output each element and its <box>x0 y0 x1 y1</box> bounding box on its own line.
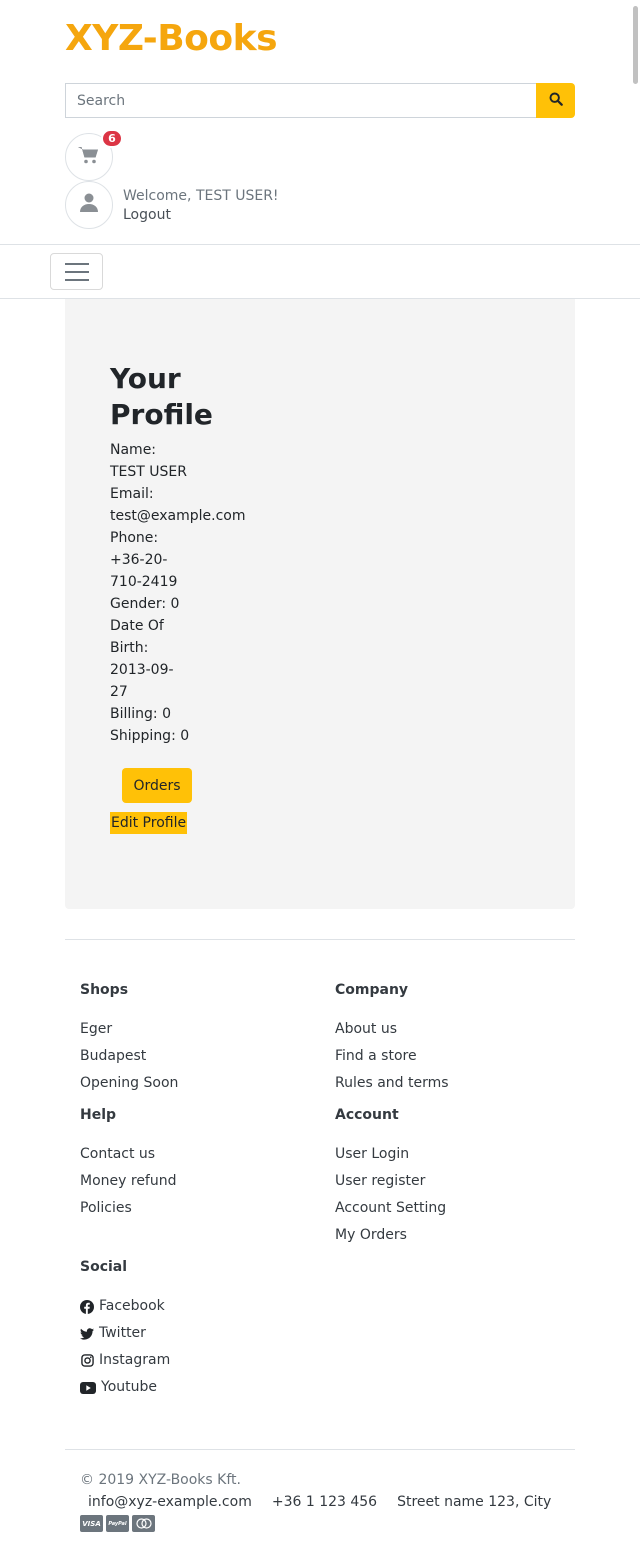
profile-details: Name: TEST USER Email: test@example.com … <box>110 439 246 747</box>
footer-bottom-divider <box>65 1449 575 1450</box>
instagram-icon <box>80 1354 94 1368</box>
contact-address: Street name 123, City <box>397 1494 552 1510</box>
footer-link-eger[interactable]: Eger <box>80 1016 178 1043</box>
hamburger-icon-line <box>64 262 89 265</box>
shipping-row: Shipping: 0 <box>110 725 240 747</box>
search-bar <box>65 83 575 118</box>
gender-label: Gender: <box>110 596 167 612</box>
phone-label: Phone: <box>110 530 159 546</box>
footer-link-instagram[interactable]: Instagram <box>80 1347 170 1374</box>
youtube-label: Youtube <box>101 1379 157 1395</box>
dob-label: Date Of Birth: <box>110 618 164 656</box>
contact-phone[interactable]: +36 1 123 456 <box>272 1494 377 1510</box>
shipping-label: Shipping: <box>110 728 176 744</box>
footer-link-youtube[interactable]: Youtube <box>80 1374 170 1401</box>
user-avatar[interactable] <box>65 181 113 229</box>
footer-link-find-store[interactable]: Find a store <box>335 1043 449 1070</box>
footer-link-twitter[interactable]: Twitter <box>80 1320 170 1347</box>
name-label: Name: <box>110 442 157 458</box>
footer-account-title: Account <box>335 1107 399 1123</box>
footer-company: Company About us Find a store Rules and … <box>335 980 449 1097</box>
twitter-icon <box>80 1327 94 1341</box>
footer-link-rules[interactable]: Rules and terms <box>335 1070 449 1097</box>
footer-link-policies[interactable]: Policies <box>80 1195 177 1222</box>
visa-icon: VISA <box>80 1515 103 1532</box>
profile-title: Your Profile <box>110 362 213 431</box>
footer-link-facebook[interactable]: Facebook <box>80 1293 170 1320</box>
billing-label: Billing: <box>110 706 158 722</box>
shipping-value: 0 <box>180 728 190 744</box>
hamburger-icon-line <box>64 270 89 273</box>
billing-row: Billing: 0 <box>110 703 240 725</box>
footer-link-about[interactable]: About us <box>335 1016 449 1043</box>
edit-profile-link[interactable]: Edit Profile <box>110 812 188 834</box>
youtube-icon <box>80 1381 96 1395</box>
mastercard-icon <box>132 1515 155 1532</box>
footer-social-title: Social <box>80 1259 128 1275</box>
phone-value: +36-20-710-2419 <box>110 552 178 590</box>
navbar <box>0 244 640 299</box>
instagram-label: Instagram <box>99 1352 171 1368</box>
facebook-icon <box>80 1299 94 1314</box>
cart-icon <box>77 145 101 169</box>
footer-divider <box>65 939 575 940</box>
footer-link-opening-soon[interactable]: Opening Soon <box>80 1070 178 1097</box>
dob-value: 2013-09-27 <box>110 662 174 700</box>
menu-toggle-button[interactable] <box>50 253 103 290</box>
footer-shops-title: Shops <box>80 982 129 998</box>
payment-methods: VISA PayPal <box>80 1515 155 1532</box>
search-input[interactable] <box>65 83 536 118</box>
footer-link-user-register[interactable]: User register <box>335 1168 446 1195</box>
orders-button[interactable]: Orders <box>122 768 192 803</box>
footer-account: Account User Login User register Account… <box>335 1105 446 1249</box>
page-scrollbar[interactable] <box>633 6 638 84</box>
twitter-label: Twitter <box>99 1325 146 1341</box>
brand-logo[interactable]: XYZ-Books <box>65 18 278 59</box>
footer-help-title: Help <box>80 1107 117 1123</box>
footer-link-refund[interactable]: Money refund <box>80 1168 177 1195</box>
search-icon <box>549 92 563 109</box>
copyright-text: © 2019 XYZ-Books Kft. <box>80 1472 241 1488</box>
footer-link-user-login[interactable]: User Login <box>335 1141 446 1168</box>
footer-shops: Shops Eger Budapest Opening Soon <box>80 980 178 1097</box>
gender-value: 0 <box>170 596 180 612</box>
name-value: TEST USER <box>110 464 187 480</box>
cart-count-badge: 6 <box>101 129 123 148</box>
email-value: test@example.com <box>110 508 246 524</box>
footer-link-account-setting[interactable]: Account Setting <box>335 1195 446 1222</box>
footer-link-contact[interactable]: Contact us <box>80 1141 177 1168</box>
welcome-text: Welcome, TEST USER! <box>123 188 279 204</box>
logout-link[interactable]: Logout <box>123 206 171 224</box>
footer-company-title: Company <box>335 982 409 998</box>
contact-email[interactable]: info@xyz-example.com <box>88 1494 252 1510</box>
search-button[interactable] <box>536 83 575 118</box>
email-label: Email: <box>110 486 154 502</box>
hamburger-icon-line <box>64 278 89 281</box>
user-icon <box>80 193 98 217</box>
footer-help: Help Contact us Money refund Policies <box>80 1105 177 1222</box>
profile-card: Your Profile Name: TEST USER Email: test… <box>65 299 575 909</box>
footer-link-my-orders[interactable]: My Orders <box>335 1222 446 1249</box>
facebook-label: Facebook <box>99 1298 165 1314</box>
footer-link-budapest[interactable]: Budapest <box>80 1043 178 1070</box>
gender-row: Gender: 0 <box>110 593 240 615</box>
contact-info: info@xyz-example.com +36 1 123 456 Stree… <box>88 1494 551 1510</box>
footer-social: Social Facebook Twitter Instagram Youtub… <box>80 1257 170 1401</box>
paypal-icon: PayPal <box>106 1515 129 1532</box>
billing-value: 0 <box>162 706 172 722</box>
